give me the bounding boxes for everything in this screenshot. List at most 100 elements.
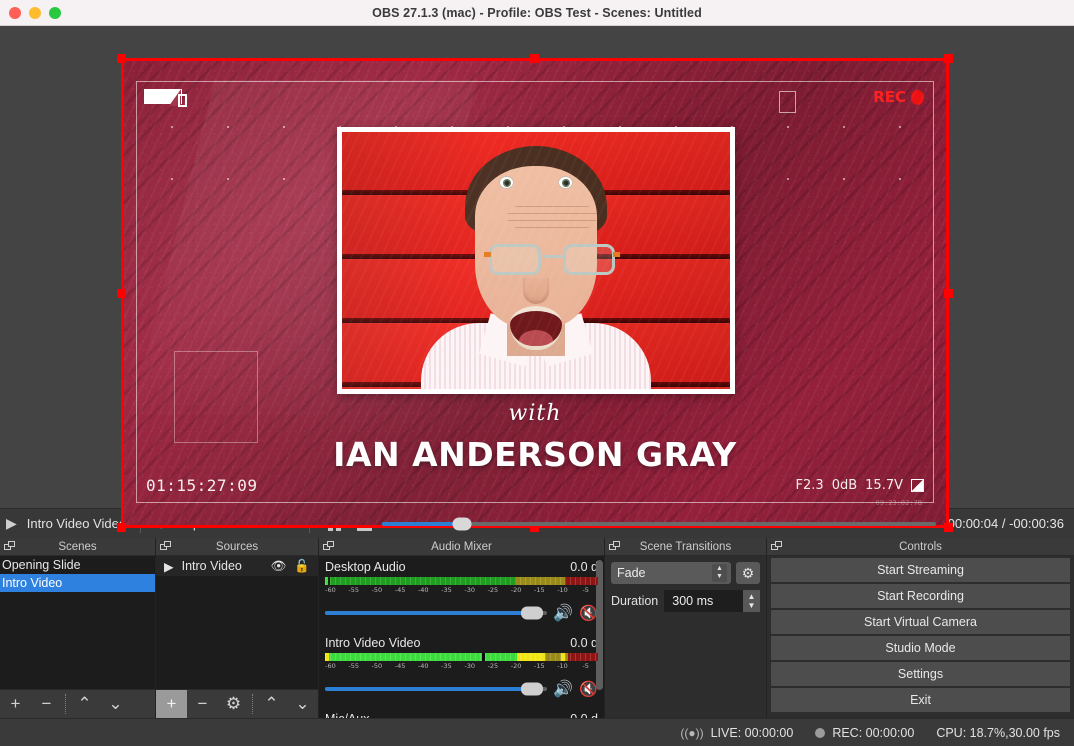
chevron-updown-icon[interactable]: ▲ ▼ <box>712 564 727 582</box>
lock-open-icon[interactable]: 🔓 <box>294 559 310 574</box>
remove-scene-button[interactable]: − <box>31 690 62 718</box>
title-bar: OBS 27.1.3 (mac) - Profile: OBS Test - S… <box>0 0 1074 26</box>
scenes-list[interactable]: Opening Slide Intro Video <box>0 556 155 689</box>
seek-slider[interactable] <box>381 517 936 530</box>
plank-shading <box>342 132 730 389</box>
channel-db: 0.0 d <box>570 712 598 718</box>
move-source-down-button[interactable]: ⌄ <box>287 690 318 718</box>
media-time-display: 00:00:04 / -00:00:36 <box>947 516 1064 531</box>
portrait-photo <box>342 132 730 389</box>
background-shape <box>131 79 478 414</box>
source-media-play-icon[interactable]: ▶ <box>164 559 174 574</box>
scene-item-intro-video[interactable]: Intro Video <box>0 574 155 592</box>
mixer-channel-intro-video[interactable]: Intro Video Video 0.0 d -60 -55 -50 -45 … <box>319 632 604 699</box>
visibility-eye-icon[interactable]: 👁 <box>271 559 287 574</box>
broadcast-icon: ((●)) <box>680 725 704 740</box>
move-source-up-button[interactable]: ⌃ <box>256 690 287 718</box>
resize-handle-top-center[interactable] <box>530 54 539 63</box>
chevron-updown-icon[interactable]: ▲ ▼ <box>743 590 760 612</box>
divider <box>252 694 253 714</box>
texture-noise <box>124 61 946 525</box>
channel-fader-row[interactable]: 🔊 🔇 <box>325 679 598 699</box>
sources-list[interactable]: ▶ Intro Video 👁 🔓 <box>156 556 318 689</box>
media-source-name: Intro Video Video <box>26 516 127 531</box>
scene-label: Intro Video <box>2 576 63 590</box>
exit-button[interactable]: Exit <box>771 688 1070 712</box>
sources-title: Sources <box>215 540 259 553</box>
face <box>475 166 620 350</box>
channel-level-meter <box>325 653 598 661</box>
hud-camera-info: F2.3 0dB 15.7V <box>796 478 924 493</box>
scene-transitions-title: Scene Transitions <box>639 540 732 553</box>
undock-icon[interactable] <box>609 541 621 552</box>
seek-knob[interactable] <box>452 517 472 530</box>
mixer-channel-mic-aux[interactable]: Mic/Aux 0.0 d <box>319 708 604 718</box>
channel-db-scale: -60 -55 -50 -45 -40 -35 -30 -25 -20 -15 … <box>325 586 589 594</box>
play-icon[interactable]: ▶ <box>6 515 17 532</box>
studio-mode-button[interactable]: Studio Mode <box>771 636 1070 660</box>
channel-db: 0.0 d <box>570 636 598 650</box>
volume-knob[interactable] <box>520 606 543 620</box>
resize-handle-middle-left[interactable] <box>117 289 126 298</box>
undock-icon[interactable] <box>323 541 335 552</box>
resize-handle-bottom-left[interactable] <box>117 523 126 532</box>
channel-fader-row[interactable]: 🔊 🔇 <box>325 603 598 623</box>
scene-label: Opening Slide <box>2 558 81 572</box>
channel-name: Mic/Aux <box>325 712 369 718</box>
status-bar: ((●)) LIVE: 00:00:00 REC: 00:00:00 CPU: … <box>0 718 1074 746</box>
mixer-channel-desktop-audio[interactable]: Desktop Audio 0.0 d -60 -55 -50 -45 -40 … <box>319 556 604 623</box>
channel-db: 0.0 d <box>570 560 598 574</box>
add-source-button[interactable]: + <box>156 690 187 718</box>
undock-icon[interactable] <box>160 541 172 552</box>
settings-button[interactable]: Settings <box>771 662 1070 686</box>
speaker-icon[interactable]: 🔊 <box>553 603 573 623</box>
scene-transitions-dock: Scene Transitions Fade ▲ ▼ ⚙ Duration 30… <box>604 538 766 718</box>
resize-handle-bottom-right[interactable] <box>944 523 953 532</box>
exposure-icon <box>911 479 924 492</box>
audio-mixer-title: Audio Mixer <box>431 540 492 553</box>
live-time: LIVE: 00:00:00 <box>710 725 794 740</box>
sources-toolbar: + − ⚙ ⌃ ⌄ <box>156 689 318 718</box>
hair <box>465 146 607 238</box>
obs-window: OBS 27.1.3 (mac) - Profile: OBS Test - S… <box>0 0 1074 746</box>
transition-select[interactable]: Fade ▲ ▼ <box>611 562 731 584</box>
channel-name: Desktop Audio <box>325 560 406 574</box>
docks-row: Scenes Opening Slide Intro Video + − ⌃ ⌄ <box>0 538 1074 718</box>
add-scene-button[interactable]: + <box>0 690 31 718</box>
volume-slider[interactable] <box>325 682 548 696</box>
start-streaming-button[interactable]: Start Streaming <box>771 558 1070 582</box>
volume-slider[interactable] <box>325 606 548 620</box>
preview-canvas[interactable]: REC with IAN ANDERSON GRAY 01:15:27:09 F… <box>0 26 1074 532</box>
channel-name: Intro Video Video <box>325 636 421 650</box>
audio-mixer-body[interactable]: Desktop Audio 0.0 d -60 -55 -50 -45 -40 … <box>319 556 604 718</box>
audio-mixer-dock-header: Audio Mixer <box>319 538 604 556</box>
resize-handle-middle-right[interactable] <box>944 289 953 298</box>
hud-gain: 0dB <box>831 478 858 493</box>
start-recording-button[interactable]: Start Recording <box>771 584 1070 608</box>
duration-label: Duration <box>611 594 659 608</box>
rec-time: REC: 00:00:00 <box>832 725 915 740</box>
controls-title: Controls <box>899 540 942 553</box>
move-scene-down-button[interactable]: ⌄ <box>100 690 131 718</box>
duration-stepper[interactable]: 300 ms ▲ ▼ <box>664 590 760 612</box>
start-virtual-camera-button[interactable]: Start Virtual Camera <box>771 610 1070 634</box>
divider <box>65 694 66 714</box>
source-properties-button[interactable]: ⚙ <box>218 690 249 718</box>
speaker-icon[interactable]: 🔊 <box>553 679 573 699</box>
hud-micro-text: 09:23:02:78 <box>875 499 922 507</box>
source-item-intro-video[interactable]: ▶ Intro Video 👁 🔓 <box>156 556 318 576</box>
controls-body: Start Streaming Start Recording Start Vi… <box>767 556 1074 718</box>
preview-source-selection[interactable]: REC with IAN ANDERSON GRAY 01:15:27:09 F… <box>117 54 953 532</box>
volume-knob[interactable] <box>520 682 543 696</box>
move-scene-up-button[interactable]: ⌃ <box>69 690 100 718</box>
scene-item-opening-slide[interactable]: Opening Slide <box>0 556 155 574</box>
resize-handle-top-right[interactable] <box>944 54 953 63</box>
undock-icon[interactable] <box>4 541 16 552</box>
audio-mixer-dock: Audio Mixer Desktop Audio 0.0 d -60 -55 … <box>318 538 604 718</box>
transition-properties-button[interactable]: ⚙ <box>736 562 760 584</box>
undock-icon[interactable] <box>771 541 783 552</box>
gear-icon: ⚙ <box>741 564 755 581</box>
remove-source-button[interactable]: − <box>187 690 218 718</box>
resize-handle-top-left[interactable] <box>117 54 126 63</box>
scenes-toolbar: + − ⌃ ⌄ <box>0 689 155 718</box>
